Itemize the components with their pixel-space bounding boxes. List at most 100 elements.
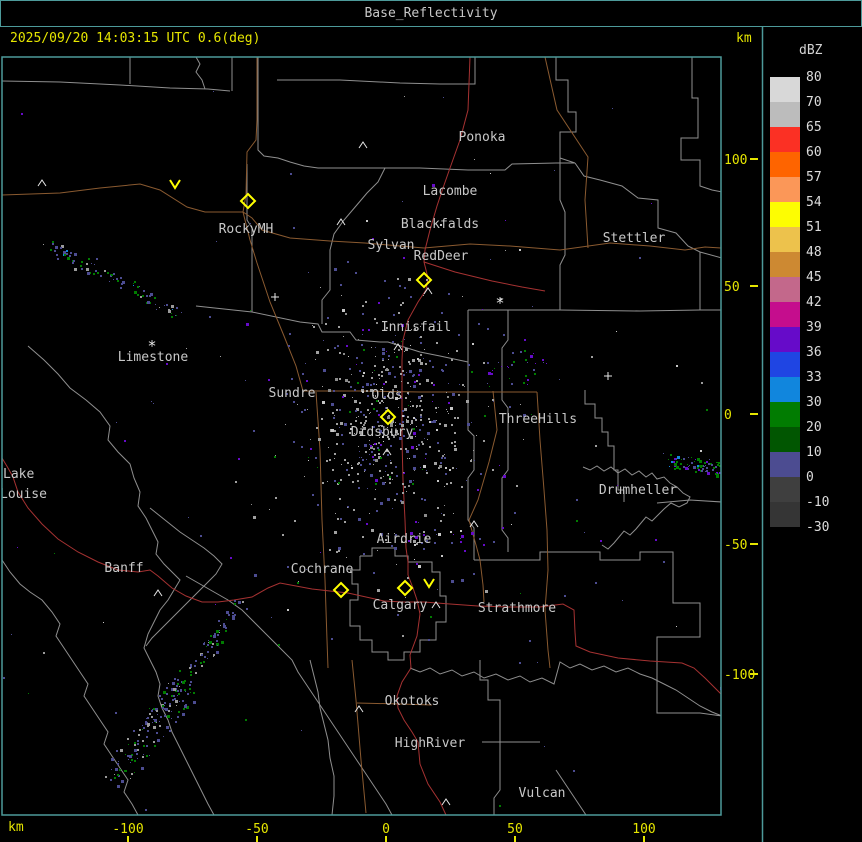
city-label-innisfail: Innisfail [381, 320, 451, 335]
city-label-limestone: Limestone [118, 350, 189, 365]
secondary-road-line [351, 659, 367, 814]
county-boundary-line [185, 575, 393, 815]
chevron-down-marker-icon [423, 578, 435, 589]
colorbar-swatch-51 [770, 227, 800, 252]
colorbar-label-39: 39 [806, 320, 822, 335]
city-label-lake: Lake [3, 467, 34, 482]
city-label-drumheller: Drumheller [599, 483, 677, 498]
county-boundary-line [195, 57, 206, 90]
county-boundary-line [257, 57, 575, 171]
colorbar-label--30: -30 [806, 520, 829, 535]
city-label-strathmore: Strathmore [478, 601, 556, 616]
radar-map[interactable]: **PonokaLacombeBlackfaldsSylvanRedDeerSt… [0, 0, 862, 842]
caret-marker-icon [37, 179, 47, 187]
right-axis-label-100: 100 [724, 153, 747, 168]
county-boundary-line [2, 559, 139, 815]
colorbar-label-48: 48 [806, 245, 822, 260]
secondary-road-line [536, 391, 551, 669]
city-label-okotoks: Okotoks [385, 694, 440, 709]
city-label-sylvan: Sylvan [368, 238, 415, 253]
right-axis-label--50: -50 [724, 538, 747, 553]
county-boundary-line [409, 661, 721, 717]
colorbar-swatch-39 [770, 327, 800, 352]
county-boundary-line [680, 57, 721, 193]
colorbar-swatch-30 [770, 402, 800, 427]
county-boundary-line [479, 660, 501, 815]
colorbar-swatch-42 [770, 302, 800, 327]
bottom-axis-label--50: -50 [245, 822, 268, 837]
caret-marker-icon [441, 798, 451, 806]
city-label-olds: Olds [371, 388, 402, 403]
right-axis-label--100: -100 [724, 668, 755, 683]
county-boundary-line [699, 252, 721, 311]
colorbar-label-80: 80 [806, 70, 822, 85]
city-label-vulcan: Vulcan [519, 786, 566, 801]
city-label-rockymh: RockyMH [219, 222, 274, 237]
city-label-stettler: Stettler [603, 231, 666, 246]
city-label-calgary: Calgary [373, 598, 428, 613]
colorbar-swatch-57 [770, 177, 800, 202]
plus-marker-icon [271, 293, 279, 301]
colorbar-label-70: 70 [806, 95, 822, 110]
radar-site-diamond-icon [332, 581, 350, 599]
radar-application-window: Base_Reflectivity 2025/09/20 14:03:15 UT… [0, 0, 862, 842]
colorbar-swatch-20 [770, 427, 800, 452]
highway-line [423, 261, 546, 292]
colorbar-label-33: 33 [806, 370, 822, 385]
colorbar-label-0: 0 [806, 470, 814, 485]
asterisk-marker-icon: * [495, 294, 504, 312]
county-boundary-line [145, 507, 223, 647]
colorbar-swatch-36 [770, 352, 800, 377]
city-label-banff: Banff [104, 561, 143, 576]
colorbar-swatch-0 [770, 477, 800, 502]
colorbar-swatch-45 [770, 277, 800, 302]
county-boundary-line [559, 158, 566, 310]
colorbar-label-65: 65 [806, 120, 822, 135]
right-axis-label-50: 50 [724, 280, 740, 295]
colorbar-swatch-33 [770, 377, 800, 402]
colorbar-swatch-10 [770, 452, 800, 477]
secondary-road-line [544, 57, 589, 249]
county-boundary-line [656, 499, 721, 504]
radar-site-diamond-icon [415, 271, 433, 289]
colorbar-swatch-54 [770, 202, 800, 227]
caret-marker-icon [153, 589, 163, 597]
colorbar-label--10: -10 [806, 495, 829, 510]
echo-cluster-nw-streak [43, 241, 182, 318]
colorbar-label-10: 10 [806, 445, 822, 460]
county-boundary-line [555, 57, 577, 164]
colorbar-label-30: 30 [806, 395, 822, 410]
bottom-axis-label-50: 50 [507, 822, 523, 837]
colorbar-swatch-65 [770, 127, 800, 152]
colorbar-swatch-48 [770, 252, 800, 277]
secondary-road-line [242, 57, 258, 213]
county-boundary-line [501, 310, 509, 552]
city-label-sundre: Sundre [269, 386, 316, 401]
radar-site-diamond-icon [396, 579, 414, 597]
echo-cluster-sw-streak-2 [105, 681, 196, 788]
colorbar-label-54: 54 [806, 195, 822, 210]
county-boundary-line [195, 305, 253, 313]
right-axis-label-0: 0 [724, 408, 732, 423]
county-boundary-line [27, 345, 215, 815]
colorbar-swatch--10 [770, 502, 800, 527]
colorbar-label-36: 36 [806, 345, 822, 360]
secondary-road-line [468, 390, 498, 603]
colorbar-label-20: 20 [806, 420, 822, 435]
city-label-highriver: HighRiver [395, 736, 466, 751]
echo-cluster-east-streak [663, 453, 721, 478]
chevron-down-marker-icon [169, 179, 181, 190]
county-boundary-line [2, 80, 231, 92]
bottom-axis-label-100: 100 [632, 822, 655, 837]
colorbar-label-45: 45 [806, 270, 822, 285]
city-label-didsbury: Didsbury [351, 425, 414, 440]
colorbar-swatch-70 [770, 102, 800, 127]
bottom-axis-label-0: 0 [382, 822, 390, 837]
city-label-threehills: ThreeHills [499, 412, 577, 427]
colorbar-label-42: 42 [806, 295, 822, 310]
colorbar-swatch-80 [770, 77, 800, 102]
city-label-ponoka: Ponoka [459, 130, 506, 145]
colorbar-label-60: 60 [806, 145, 822, 160]
secondary-road-line [315, 391, 329, 669]
colorbar-swatch-60 [770, 152, 800, 177]
